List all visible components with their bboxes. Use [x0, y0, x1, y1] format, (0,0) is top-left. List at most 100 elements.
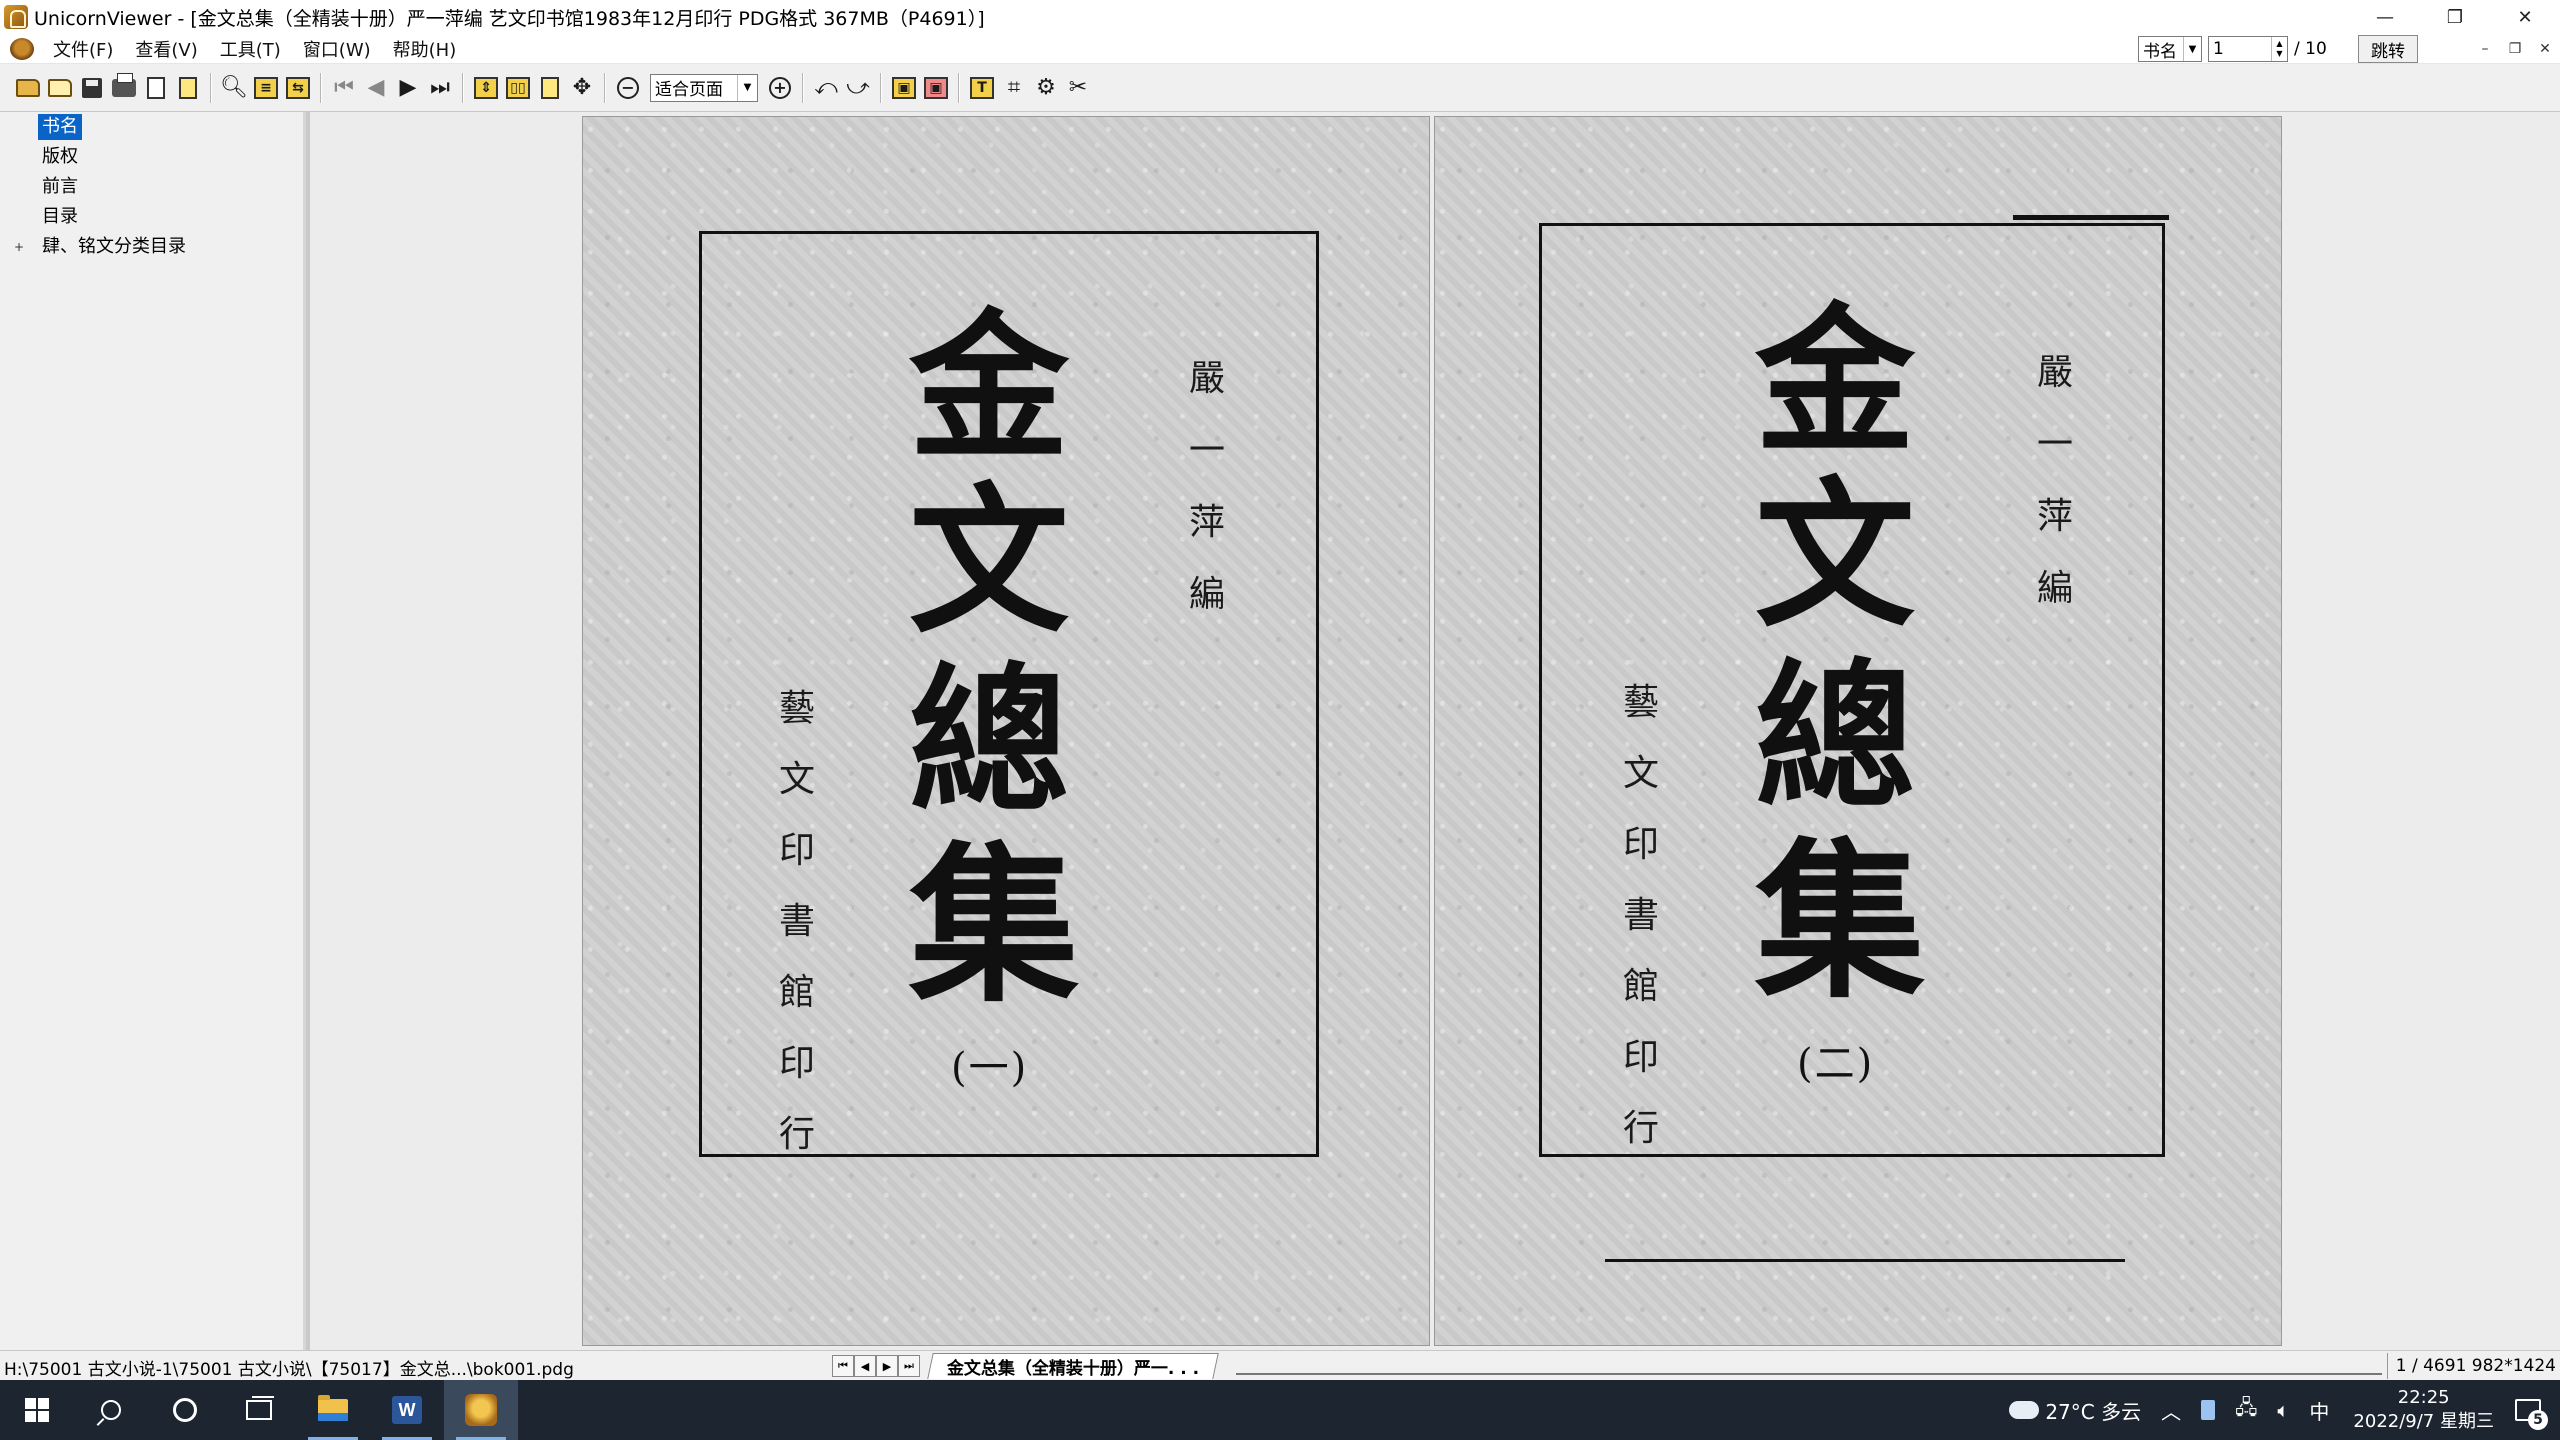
- toggle-outline-button[interactable]: ⇆: [282, 72, 314, 104]
- image-export-button[interactable]: ▣: [920, 72, 952, 104]
- single-page-view-button[interactable]: [534, 72, 566, 104]
- first-page-icon: ⏮: [334, 75, 354, 100]
- close-button[interactable]: ✕: [2490, 0, 2560, 34]
- usb-icon: [2201, 1400, 2216, 1420]
- clock[interactable]: 22:25 2022/9/7 星期三: [2339, 1386, 2508, 1434]
- publisher-char: 印: [1623, 824, 1660, 865]
- rotate-left-button[interactable]: ⤺: [810, 72, 842, 104]
- document-tab[interactable]: 金文总集（全精装十册）严一. . .: [927, 1353, 1219, 1379]
- open-folder-button[interactable]: [12, 72, 44, 104]
- weather-text: 27°C 多云: [2045, 1399, 2142, 1424]
- start-button[interactable]: [0, 1380, 74, 1440]
- speaker-icon: 🔈︎: [2277, 1398, 2290, 1422]
- minimize-button[interactable]: —: [2350, 0, 2420, 34]
- section-select[interactable]: 书名 ▼: [2138, 36, 2202, 62]
- tools-button[interactable]: ✂: [1062, 72, 1094, 104]
- chevron-down-icon[interactable]: ▼: [737, 74, 757, 101]
- menu-window[interactable]: 窗口(W): [292, 36, 382, 62]
- network-tray-button[interactable]: 🖧: [2225, 1380, 2267, 1440]
- zoom-out-button[interactable]: −: [612, 72, 644, 104]
- menu-file[interactable]: 文件(F): [42, 36, 124, 62]
- zoom-in-button[interactable]: +: [764, 72, 796, 104]
- cortana-button[interactable]: [148, 1380, 222, 1440]
- menu-tools[interactable]: 工具(T): [209, 36, 292, 62]
- toolbar-separator: [880, 72, 882, 103]
- search-button[interactable]: [74, 1380, 148, 1440]
- last-tab-button[interactable]: ⏭: [898, 1355, 920, 1377]
- toggle-sidebar-button[interactable]: ≡: [250, 72, 282, 104]
- usb-tray-button[interactable]: [2191, 1380, 2225, 1440]
- print-icon: [112, 72, 136, 97]
- tree-item-inscription-index[interactable]: 肆、铭文分类目录: [38, 234, 190, 260]
- tree-item-contents[interactable]: 目录: [38, 204, 82, 230]
- doc-restore-button[interactable]: ❐: [2500, 36, 2530, 62]
- folder-icon: [318, 1395, 348, 1421]
- tree-item-title[interactable]: 书名: [38, 114, 82, 140]
- single-page-view-icon: [541, 76, 559, 99]
- doc-minimize-button[interactable]: –: [2470, 36, 2500, 62]
- menu-view[interactable]: 查看(V): [124, 36, 208, 62]
- save-button[interactable]: [76, 72, 108, 104]
- spin-arrows-icon[interactable]: ▲ ▼: [2271, 37, 2287, 61]
- unicornviewer-taskbar-button[interactable]: [444, 1380, 518, 1440]
- partly-cloudy-icon: [2009, 1392, 2040, 1419]
- show-hidden-icons-button[interactable]: ︿: [2151, 1380, 2191, 1440]
- document-system-menu-icon[interactable]: [10, 37, 34, 60]
- page-number-value: 1: [2213, 39, 2224, 59]
- continuous-view-button[interactable]: ⇕: [470, 72, 502, 104]
- open-file-button[interactable]: [44, 72, 76, 104]
- tree-expand-icon[interactable]: +: [14, 241, 26, 253]
- two-page-view-button[interactable]: ▯▯: [502, 72, 534, 104]
- book-page-right[interactable]: 金 文 總 集 嚴 一 萍 編 藝 文 印 書 館 印 行 (二): [1434, 116, 2282, 1346]
- pan-button[interactable]: ✥: [566, 72, 598, 104]
- word-button[interactable]: W: [370, 1380, 444, 1440]
- next-tab-button[interactable]: ▶: [876, 1355, 898, 1377]
- menu-help[interactable]: 帮助(H): [382, 36, 468, 62]
- weather-widget[interactable]: 27°C 多云: [1999, 1380, 2151, 1440]
- crop-button[interactable]: ⌗: [998, 72, 1030, 104]
- magnifier-button[interactable]: 🔍︎: [218, 72, 250, 104]
- clock-date: 2022/9/7 星期三: [2353, 1411, 2494, 1432]
- text-select-button[interactable]: T: [966, 72, 998, 104]
- last-page-button[interactable]: ⏭: [424, 72, 456, 104]
- zoom-select[interactable]: 适合页面 ▼: [650, 73, 758, 102]
- task-view-button[interactable]: [222, 1380, 296, 1440]
- publisher-credit: 藝 文 印 書 館 印 行: [1623, 673, 1659, 1151]
- ocr-button[interactable]: ▣: [888, 72, 920, 104]
- action-center-button[interactable]: 5: [2508, 1390, 2548, 1430]
- tree-item-preface[interactable]: 前言: [38, 174, 82, 200]
- toolbar-separator: [802, 72, 804, 103]
- rotate-right-button[interactable]: ⤻: [842, 72, 874, 104]
- restore-button[interactable]: ❐: [2420, 0, 2490, 34]
- image-export-icon: ▣: [924, 76, 948, 99]
- window-title: UnicornViewer - [金文总集（全精装十册）严一萍编 艺文印书馆19…: [34, 7, 985, 30]
- jump-button[interactable]: 跳转: [2358, 35, 2418, 63]
- prev-page-button[interactable]: ◀: [360, 72, 392, 104]
- doc-close-button[interactable]: ✕: [2530, 36, 2560, 62]
- volume-number: (二): [1797, 1041, 1875, 1087]
- print-button[interactable]: [108, 72, 140, 104]
- document-viewer[interactable]: 金 文 總 集 嚴 一 萍 編 藝 文 印 書 館 印 行 (一) 金 文 總 …: [310, 112, 2560, 1350]
- settings-button[interactable]: ⚙: [1030, 72, 1062, 104]
- first-page-button[interactable]: ⏮: [328, 72, 360, 104]
- windows-taskbar: W 27°C 多云 ︿ 🖧 🔈︎ 中 22:25 2022/9/7 星期三 5: [0, 1380, 2560, 1440]
- tree-item-copyright[interactable]: 版权: [38, 144, 82, 170]
- prev-tab-button[interactable]: ◀: [854, 1355, 876, 1377]
- publisher-char: 館: [1623, 966, 1660, 1007]
- first-tab-button[interactable]: ⏮: [832, 1355, 854, 1377]
- unicorn-app-icon[interactable]: [4, 5, 28, 29]
- publisher-char: 藝: [1623, 682, 1660, 723]
- export-button[interactable]: [172, 72, 204, 104]
- volume-tray-button[interactable]: 🔈︎: [2267, 1380, 2299, 1440]
- outline-panel: 书名 版权 前言 目录 + 肆、铭文分类目录: [0, 112, 306, 1350]
- page-number-input[interactable]: 1 ▲ ▼: [2208, 36, 2288, 62]
- editor-credit: 嚴 一 萍 編: [1189, 349, 1225, 617]
- file-explorer-button[interactable]: [296, 1380, 370, 1440]
- book-page-left[interactable]: 金 文 總 集 嚴 一 萍 編 藝 文 印 書 館 印 行 (一): [582, 116, 1430, 1346]
- next-page-button[interactable]: ▶: [392, 72, 424, 104]
- copy-page-button[interactable]: [140, 72, 172, 104]
- publisher-char: 行: [779, 1114, 816, 1155]
- chevron-down-icon[interactable]: ▼: [2183, 37, 2201, 61]
- ime-indicator[interactable]: 中: [2299, 1380, 2339, 1440]
- editor-char: 一: [1189, 430, 1226, 471]
